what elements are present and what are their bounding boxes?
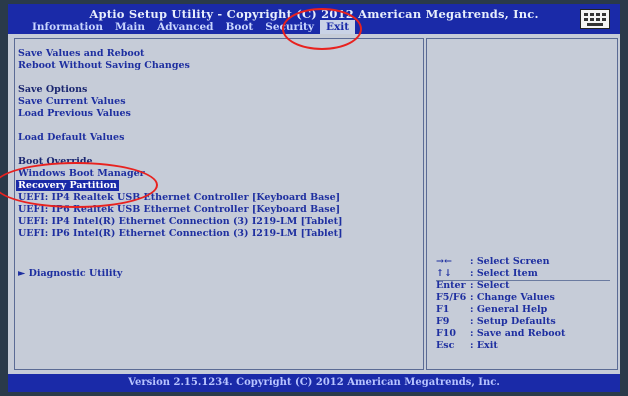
- help-row: F10: Save and Reboot: [436, 328, 566, 339]
- tab-main[interactable]: Main: [109, 20, 151, 34]
- tab-boot[interactable]: Boot: [220, 20, 260, 34]
- tab-information[interactable]: Information: [26, 20, 109, 34]
- help-row: ↑↓: Select Item: [436, 268, 538, 279]
- help-row: F9: Setup Defaults: [436, 316, 556, 327]
- diagnostic-utility-item[interactable]: ► Diagnostic Utility: [18, 268, 122, 279]
- uefi-ip4-intel-item[interactable]: UEFI: IP4 Intel(R) Ethernet Connection (…: [18, 216, 343, 227]
- help-row: F5/F6: Change Values: [436, 292, 555, 303]
- save-current-values-item[interactable]: Save Current Values: [18, 96, 126, 107]
- load-default-values-item[interactable]: Load Default Values: [18, 132, 124, 143]
- reboot-without-saving-item[interactable]: Reboot Without Saving Changes: [18, 60, 190, 71]
- load-previous-values-item[interactable]: Load Previous Values: [18, 108, 131, 119]
- submenu-arrow-icon: ►: [18, 268, 29, 279]
- help-row: →←: Select Screen: [436, 256, 550, 267]
- diagnostic-utility-label: Diagnostic Utility: [28, 268, 123, 279]
- tab-advanced[interactable]: Advanced: [151, 20, 219, 34]
- help-row: Esc: Exit: [436, 340, 498, 351]
- save-options-heading: Save Options: [18, 84, 88, 95]
- uefi-ip6-intel-item[interactable]: UEFI: IP6 Intel(R) Ethernet Connection (…: [18, 228, 343, 239]
- help-row: F1: General Help: [436, 304, 548, 315]
- help-row: Enter: Select: [436, 280, 510, 291]
- version-footer: Version 2.15.1234. Copyright (C) 2012 Am…: [8, 374, 620, 392]
- save-values-and-reboot-item[interactable]: Save Values and Reboot: [18, 48, 144, 59]
- exit-tab-annotation-circle: [282, 8, 362, 50]
- bios-screen: Aptio Setup Utility - Copyright (C) 2012…: [0, 0, 628, 396]
- help-pane: →←: Select Screen ↑↓: Select Item Enter:…: [426, 34, 620, 374]
- keyboard-icon: [580, 9, 610, 29]
- recovery-partition-annotation-circle: [0, 162, 158, 208]
